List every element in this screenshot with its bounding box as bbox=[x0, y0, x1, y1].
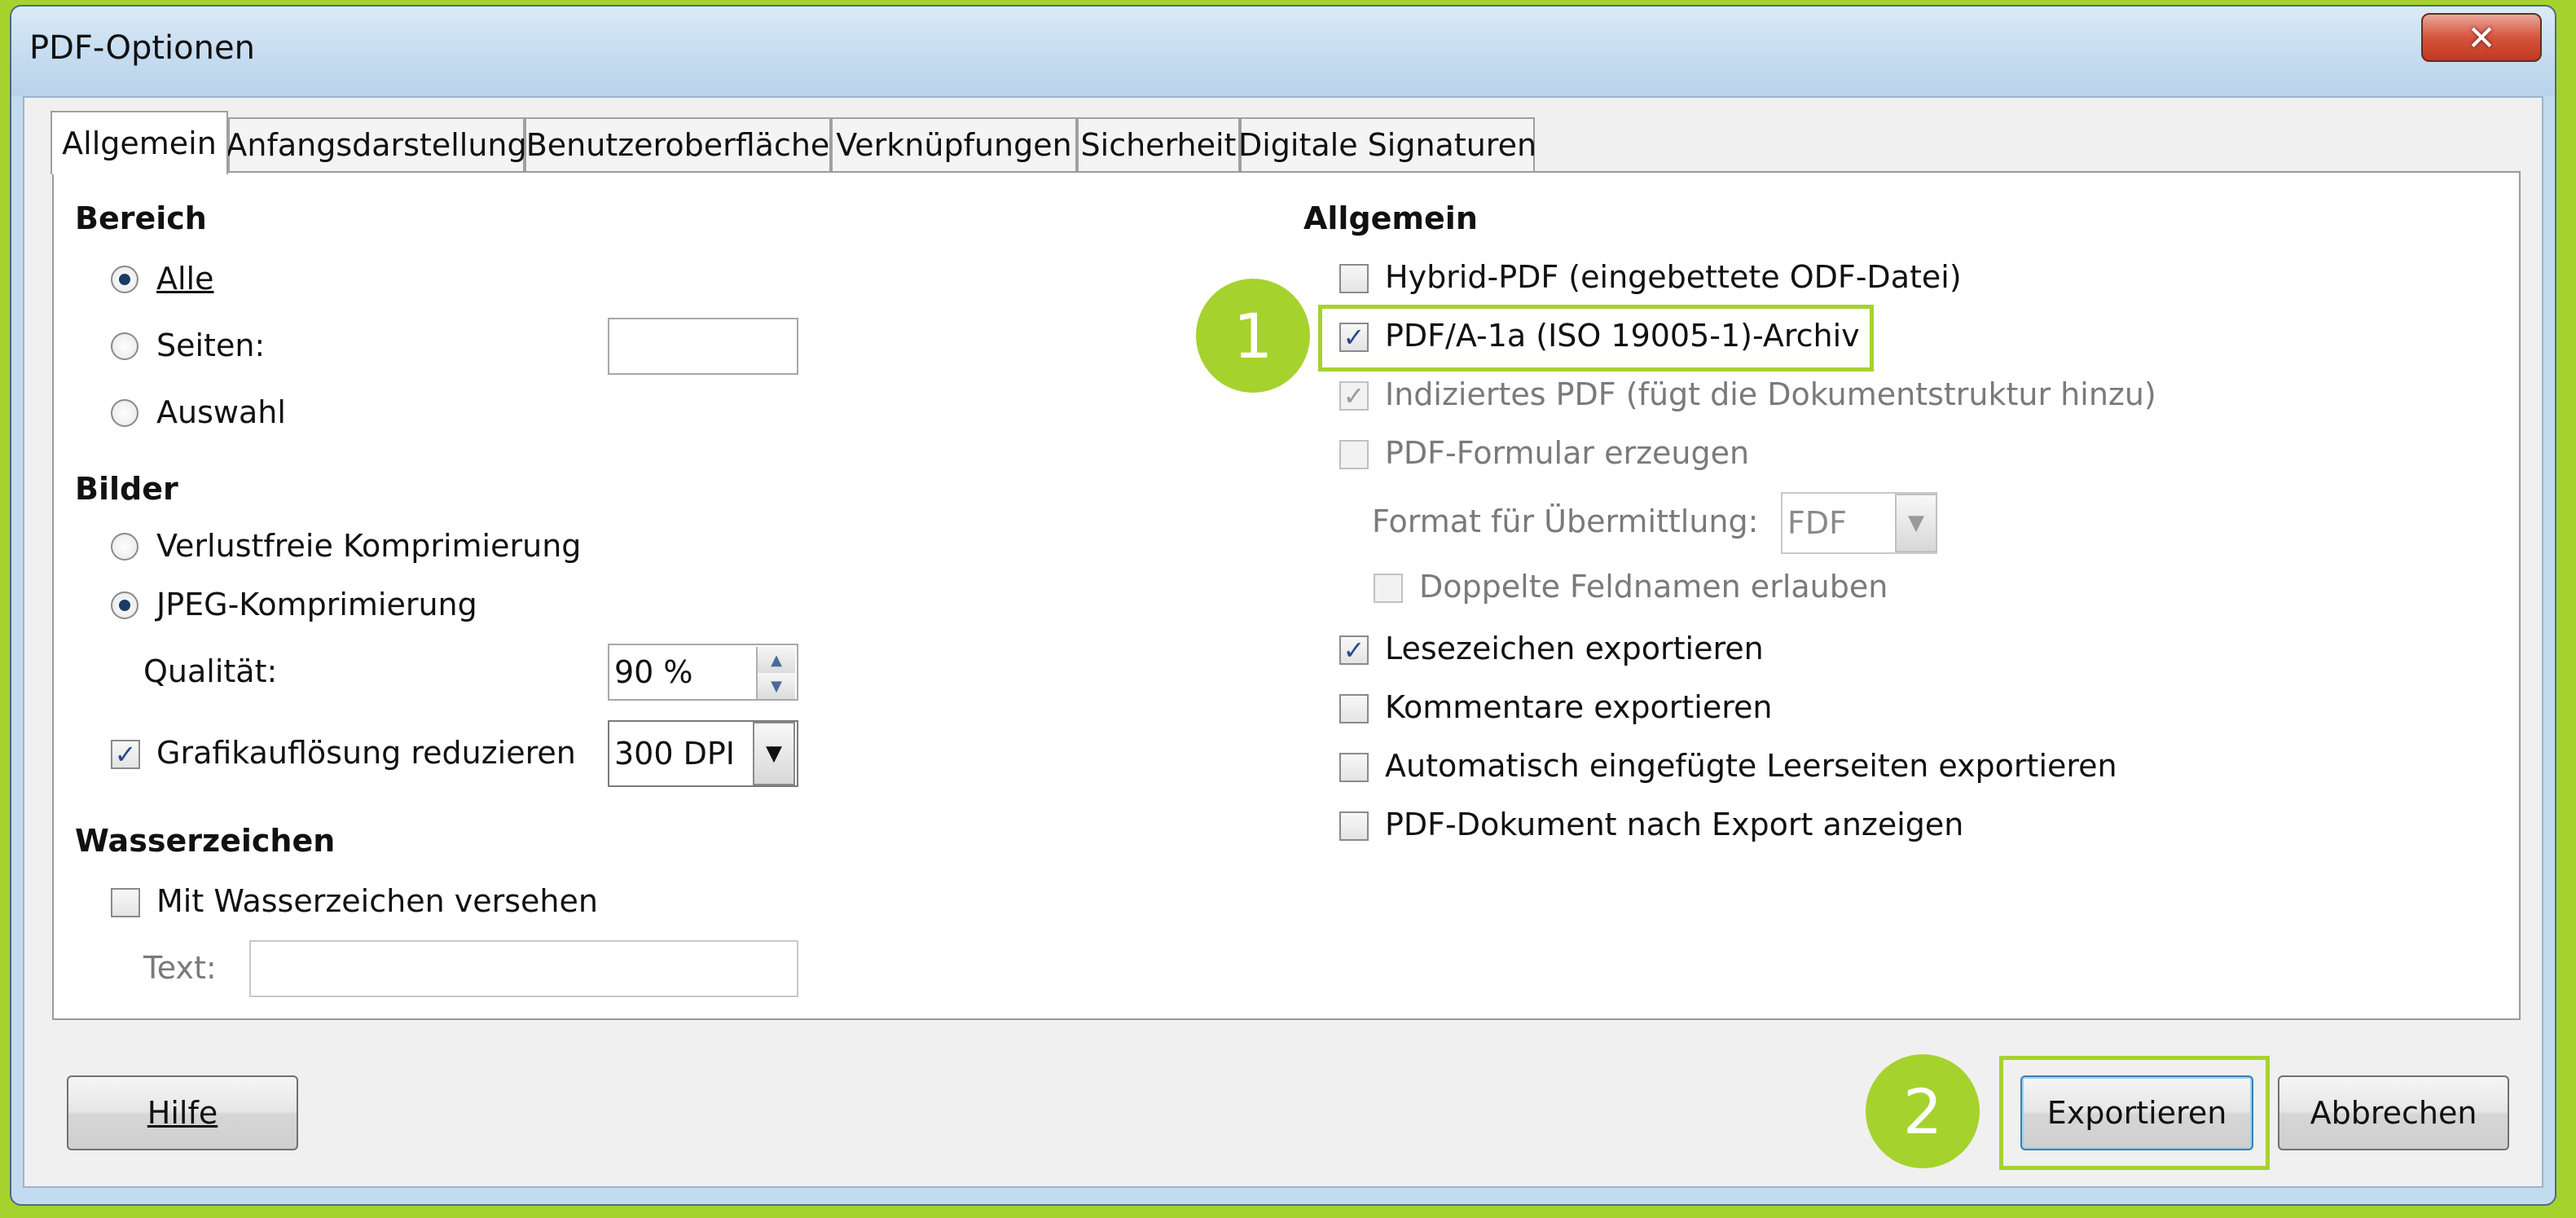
label-kommentare: Kommentare exportieren bbox=[1385, 689, 1773, 725]
radio-verlustfrei[interactable] bbox=[111, 533, 138, 561]
checkbox-lesezeichen[interactable]: ✓ bbox=[1339, 635, 1369, 665]
checkbox-leerseiten[interactable] bbox=[1339, 753, 1369, 782]
checkbox-grafikaufloesung[interactable]: ✓ bbox=[111, 740, 140, 769]
check-icon: ✓ bbox=[114, 739, 137, 770]
qualitaet-value: 90 % bbox=[614, 654, 693, 690]
section-title-bilder: Bilder bbox=[75, 471, 178, 507]
checkbox-indiziertes-pdf[interactable]: ✓ bbox=[1339, 381, 1369, 411]
section-title-wasserzeichen: Wasserzeichen bbox=[75, 823, 336, 859]
label-indiziertes-pdf: Indiziertes PDF (fügt die Dokumentstrukt… bbox=[1385, 376, 2156, 412]
checkbox-kommentare[interactable] bbox=[1339, 694, 1369, 723]
radio-seiten[interactable] bbox=[111, 332, 138, 360]
tab-benutzeroberflaeche[interactable]: Benutzeroberfläche bbox=[525, 117, 831, 171]
close-button[interactable]: ✕ bbox=[2421, 13, 2542, 62]
dpi-dropdown-button[interactable]: ▼ bbox=[753, 722, 795, 785]
label-jpeg: JPEG-Komprimierung bbox=[156, 587, 477, 622]
abbrechen-button-label: Abbrechen bbox=[2310, 1095, 2477, 1131]
label-doppelte-feldnamen: Doppelte Feldnamen erlauben bbox=[1419, 569, 1888, 605]
highlight-exportieren bbox=[1999, 1056, 2270, 1170]
seiten-input[interactable] bbox=[608, 318, 798, 375]
hilfe-button-label: Hilfe bbox=[147, 1095, 218, 1131]
abbrechen-button[interactable]: Abbrechen bbox=[2278, 1075, 2509, 1150]
tab-verknuepfungen[interactable]: Verknüpfungen bbox=[831, 117, 1077, 171]
label-leerseiten: Automatisch eingefügte Leerseiten export… bbox=[1385, 748, 2117, 784]
checkbox-anzeigen[interactable] bbox=[1339, 811, 1369, 841]
section-title-bereich: Bereich bbox=[75, 200, 207, 236]
label-wasserzeichen: Mit Wasserzeichen versehen bbox=[156, 883, 598, 919]
callout-1: 1 bbox=[1196, 279, 1310, 393]
highlight-pdfa bbox=[1318, 305, 1874, 372]
label-auswahl: Auswahl bbox=[156, 394, 286, 430]
check-icon: ✓ bbox=[1343, 635, 1365, 666]
dialog-title: PDF-Optionen bbox=[29, 29, 255, 67]
section-title-allgemein: Allgemein bbox=[1303, 200, 1478, 236]
checkbox-doppelte-feldnamen[interactable] bbox=[1374, 574, 1403, 603]
check-icon: ✓ bbox=[1343, 380, 1365, 411]
label-text: Text: bbox=[143, 950, 217, 986]
format-value: FDF bbox=[1787, 505, 1847, 541]
tab-anfangsdarstellung[interactable]: Anfangsdarstellung bbox=[226, 117, 527, 171]
arrow-up-icon: ▲ bbox=[771, 651, 782, 669]
callout-2: 2 bbox=[1866, 1054, 1980, 1168]
label-anzeigen: PDF-Dokument nach Export anzeigen bbox=[1385, 807, 1964, 842]
label-lesezeichen: Lesezeichen exportieren bbox=[1385, 631, 1764, 666]
tab-allgemein[interactable]: Allgemein bbox=[51, 111, 228, 174]
label-grafikaufloesung: Grafikauflösung reduzieren bbox=[156, 735, 576, 771]
close-icon: ✕ bbox=[2467, 17, 2496, 58]
label-seiten: Seiten: bbox=[156, 328, 266, 363]
label-verlustfrei: Verlustfreie Komprimierung bbox=[156, 528, 582, 564]
radio-jpeg[interactable] bbox=[111, 591, 138, 619]
wasserzeichen-text-input[interactable] bbox=[249, 940, 798, 997]
checkbox-wasserzeichen[interactable] bbox=[111, 888, 140, 917]
label-hybrid-pdf: Hybrid-PDF (eingebettete ODF-Datei) bbox=[1385, 259, 1962, 295]
tab-sicherheit[interactable]: Sicherheit bbox=[1077, 117, 1240, 171]
format-dropdown-button[interactable]: ▼ bbox=[1895, 494, 1937, 552]
checkbox-pdf-formular[interactable] bbox=[1339, 440, 1369, 469]
arrow-down-icon: ▼ bbox=[771, 677, 782, 695]
title-bar: PDF-Optionen ✕ bbox=[11, 7, 2555, 96]
chevron-down-icon: ▼ bbox=[766, 741, 782, 766]
spin-up-button[interactable]: ▲ bbox=[756, 647, 795, 673]
label-alle: Alle bbox=[156, 261, 214, 297]
spin-down-button[interactable]: ▼ bbox=[756, 673, 795, 699]
dpi-value: 300 DPI bbox=[614, 736, 735, 772]
tab-digitale-signaturen[interactable]: Digitale Signaturen bbox=[1238, 117, 1536, 171]
chevron-down-icon: ▼ bbox=[1908, 511, 1924, 535]
label-pdf-formular: PDF-Formular erzeugen bbox=[1385, 435, 1750, 471]
label-qualitaet: Qualität: bbox=[143, 653, 278, 689]
radio-auswahl[interactable] bbox=[111, 399, 138, 427]
label-format-uebermittlung: Format für Übermittlung: bbox=[1372, 503, 1759, 539]
checkbox-hybrid-pdf[interactable] bbox=[1339, 264, 1369, 293]
radio-alle[interactable] bbox=[111, 266, 138, 293]
hilfe-button[interactable]: Hilfe bbox=[67, 1075, 298, 1150]
